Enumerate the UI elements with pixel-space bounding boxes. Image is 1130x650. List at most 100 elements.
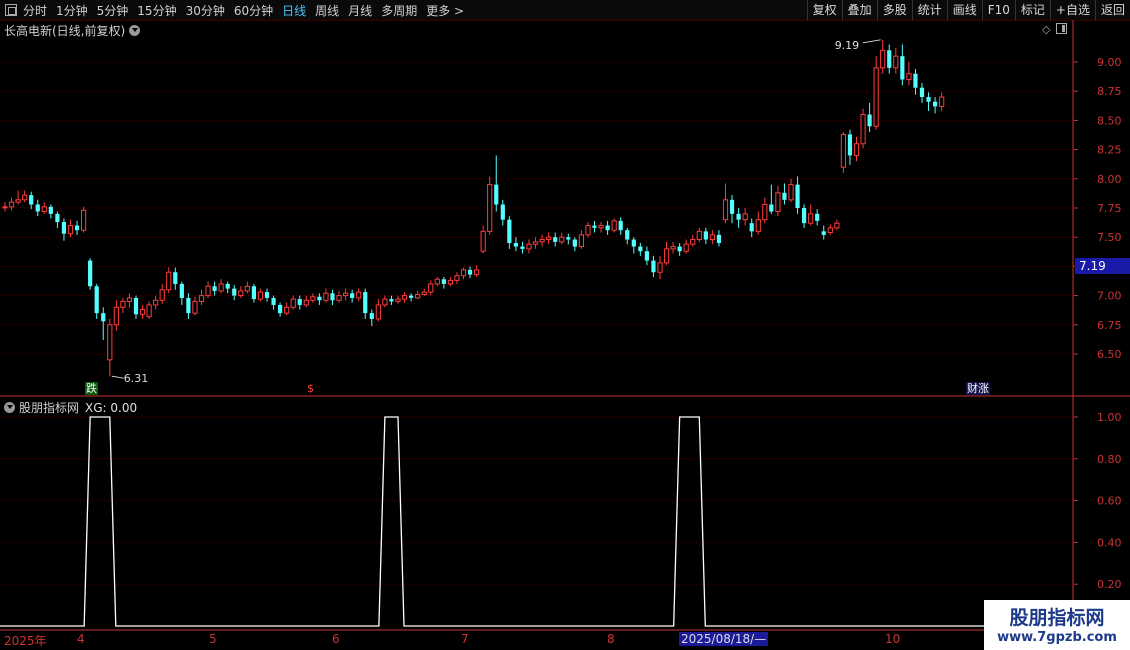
candle-body-79 xyxy=(520,246,525,249)
candle-body-66 xyxy=(434,278,440,285)
candle-body-45 xyxy=(297,299,302,305)
price-chart[interactable]: 6.506.757.007.257.507.758.008.258.508.75… xyxy=(0,0,1130,650)
candle-body-78 xyxy=(513,243,518,247)
main-tick-label-0: 6.50 xyxy=(1097,348,1122,361)
candle-body-130 xyxy=(853,143,860,156)
candle-body-59 xyxy=(389,299,394,302)
candle-body-70 xyxy=(460,269,467,277)
candle-body-3 xyxy=(22,194,28,201)
candle-body-55 xyxy=(363,292,368,314)
candle-body-116 xyxy=(762,203,768,221)
candle-body-11 xyxy=(74,225,80,231)
candle-body-96 xyxy=(631,239,636,247)
candle-body-23 xyxy=(153,299,159,306)
candle-body-109 xyxy=(716,234,722,244)
watermark: 股朋指标网 www.7gpzb.com xyxy=(984,600,1130,650)
candle-body-64 xyxy=(421,291,427,295)
tag-dollar[interactable]: $ xyxy=(306,382,315,395)
candle-body-7 xyxy=(48,206,53,214)
candle-body-95 xyxy=(625,230,630,240)
candle-body-75 xyxy=(494,184,499,205)
date-axis: 2025年 4 5 6 7 8 2025/08/18/— 10 xyxy=(0,631,980,648)
candle-body-113 xyxy=(742,213,748,221)
candle-body-65 xyxy=(428,283,434,293)
candle-body-50 xyxy=(330,293,335,301)
candle-body-126 xyxy=(827,227,833,234)
candle-body-115 xyxy=(755,219,761,232)
ind-tick-label-2: 0.60 xyxy=(1097,495,1122,508)
candle-body-137 xyxy=(900,56,905,80)
candle-body-41 xyxy=(271,297,276,305)
candle-body-129 xyxy=(847,134,853,156)
candle-body-99 xyxy=(651,260,656,273)
candle-body-42 xyxy=(278,304,283,314)
date-cursor: 2025/08/18/— xyxy=(679,632,769,646)
candle-body-81 xyxy=(532,241,539,245)
candle-body-110 xyxy=(722,199,729,221)
candle-body-80 xyxy=(526,243,532,250)
candle-body-49 xyxy=(323,292,329,301)
main-tick-label-7: 8.25 xyxy=(1097,144,1122,157)
candle-body-142 xyxy=(933,101,938,107)
main-tick-label-8: 8.50 xyxy=(1097,114,1122,127)
candle-body-106 xyxy=(696,230,702,241)
ind-tick-label-3: 0.80 xyxy=(1097,453,1122,466)
candle-body-60 xyxy=(395,298,401,302)
candle-body-76 xyxy=(500,204,505,220)
candle-body-46 xyxy=(303,299,309,306)
candle-body-48 xyxy=(317,296,322,301)
candle-body-84 xyxy=(553,237,558,242)
candle-body-127 xyxy=(834,222,840,229)
candle-body-22 xyxy=(146,304,152,318)
candle-body-114 xyxy=(749,223,754,232)
candle-body-14 xyxy=(94,286,99,314)
candle-body-123 xyxy=(808,213,814,224)
candle-body-0 xyxy=(2,206,8,209)
candle-body-118 xyxy=(775,192,781,213)
candle-body-58 xyxy=(382,298,388,306)
ind-tick-label-0: 0.20 xyxy=(1097,578,1122,591)
candle-body-13 xyxy=(88,260,93,287)
candle-body-62 xyxy=(409,295,414,298)
watermark-url: www.7gpzb.com xyxy=(997,630,1117,645)
main-tick-label-10: 9.00 xyxy=(1097,56,1122,69)
candle-body-140 xyxy=(919,87,925,98)
candle-body-54 xyxy=(356,291,362,299)
candle-body-112 xyxy=(736,213,741,220)
candle-body-17 xyxy=(113,306,119,326)
candle-body-8 xyxy=(55,213,60,223)
candle-body-108 xyxy=(709,234,715,241)
candle-body-18 xyxy=(120,300,126,308)
candle-body-135 xyxy=(887,50,892,68)
low-arrow xyxy=(111,375,124,379)
candle-body-63 xyxy=(415,293,421,299)
candle-body-16 xyxy=(107,324,113,361)
candle-body-1 xyxy=(8,201,15,208)
date-year: 2025年 xyxy=(4,634,47,648)
candle-body-105 xyxy=(690,239,696,245)
tag-die[interactable]: 跌 xyxy=(85,382,98,395)
current-price-badge: 7.19 xyxy=(1075,258,1130,274)
candle-body-56 xyxy=(369,313,374,319)
candle-body-10 xyxy=(67,225,74,235)
candle-body-35 xyxy=(232,288,237,296)
tag-caizhang[interactable]: 财涨 xyxy=(966,382,990,395)
candle-body-138 xyxy=(906,73,912,81)
candle-body-93 xyxy=(611,220,617,231)
candle-body-29 xyxy=(192,300,198,314)
candle-body-21 xyxy=(139,309,146,315)
candle-body-136 xyxy=(893,55,899,69)
candle-body-61 xyxy=(401,295,408,300)
candle-body-97 xyxy=(638,246,643,252)
candle-body-131 xyxy=(860,114,866,145)
candle-body-26 xyxy=(173,272,178,284)
candle-body-102 xyxy=(670,246,676,250)
candle-body-92 xyxy=(605,225,610,231)
candle-body-38 xyxy=(251,286,256,300)
candle-body-32 xyxy=(212,286,217,291)
candle-body-73 xyxy=(480,230,486,252)
candle-body-52 xyxy=(343,292,349,297)
candle-body-15 xyxy=(101,313,106,322)
candle-body-139 xyxy=(913,73,918,88)
candle-body-44 xyxy=(290,298,296,308)
